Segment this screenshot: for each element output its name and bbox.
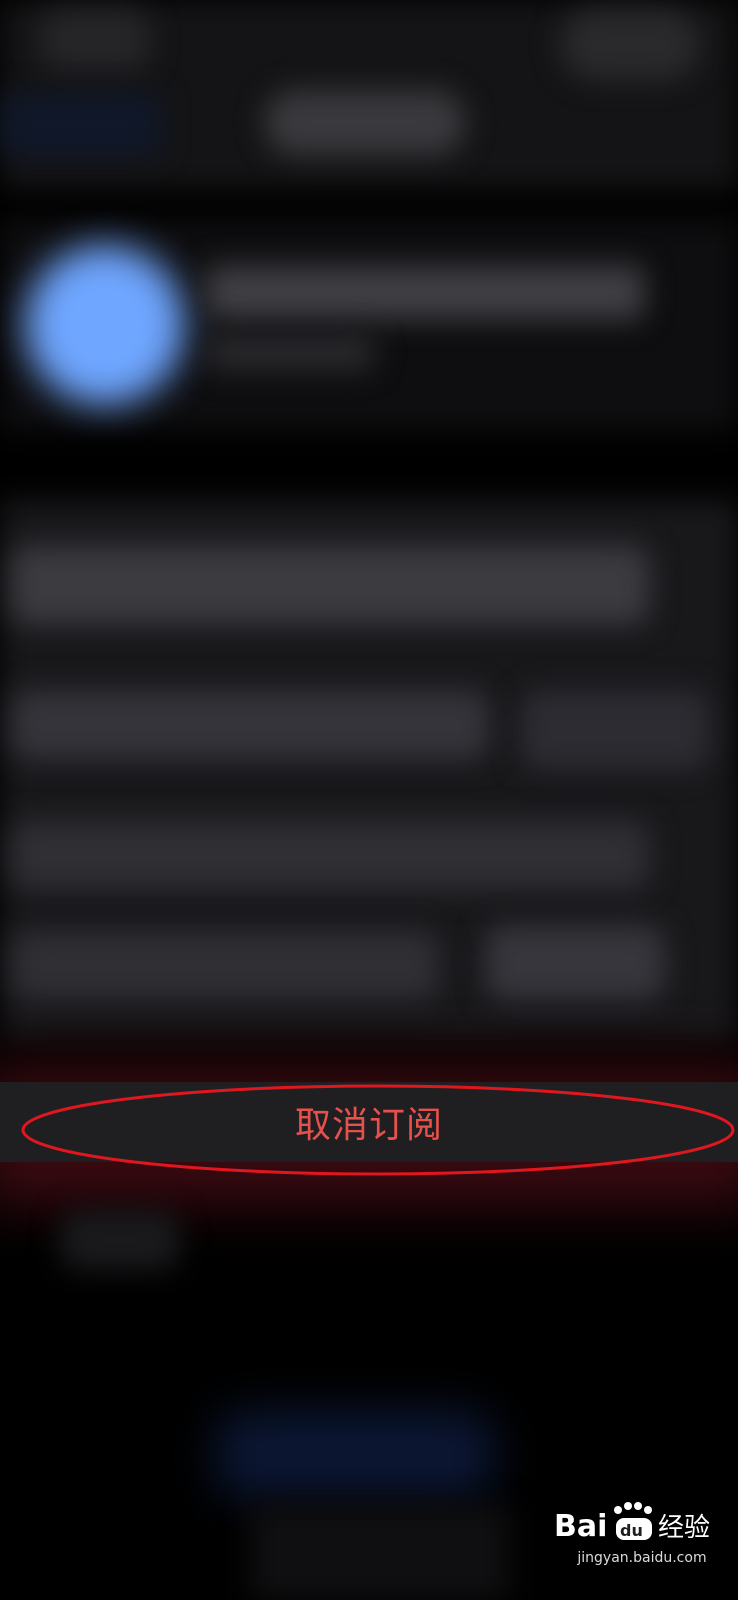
top-right-button-blurred[interactable]	[560, 10, 700, 80]
home-bar-blurred	[250, 1505, 510, 1600]
page-title-blurred	[265, 90, 465, 155]
svg-text:Bai: Bai	[554, 1509, 607, 1544]
cancel-subscription-button[interactable]: 取消订阅	[0, 1082, 738, 1162]
option-item[interactable]	[10, 930, 440, 1000]
svg-text:du: du	[620, 1521, 643, 1540]
lower-item-blurred	[60, 1210, 180, 1270]
subscription-detail-blurred	[205, 335, 375, 370]
option-item[interactable]	[10, 690, 490, 760]
subscription-name-blurred	[205, 265, 645, 320]
option-price-blurred	[485, 925, 665, 1000]
cancel-subscription-label: 取消订阅	[294, 1105, 443, 1146]
svg-text:经验: 经验	[658, 1513, 710, 1543]
option-item[interactable]	[10, 545, 650, 625]
watermark-url: jingyan.baidu.com	[577, 1550, 707, 1566]
app-icon	[25, 245, 185, 405]
baidu-logo: Bai du 经验	[554, 1502, 710, 1544]
top-left-blurred	[0, 95, 160, 155]
option-price-blurred	[520, 690, 710, 770]
bottom-button-blurred[interactable]	[215, 1410, 495, 1500]
back-button-blurred[interactable]	[40, 10, 150, 70]
baidu-jingyan-watermark: Bai du 经验 jingyan.baidu.com	[552, 1488, 732, 1578]
option-item[interactable]	[10, 820, 650, 890]
